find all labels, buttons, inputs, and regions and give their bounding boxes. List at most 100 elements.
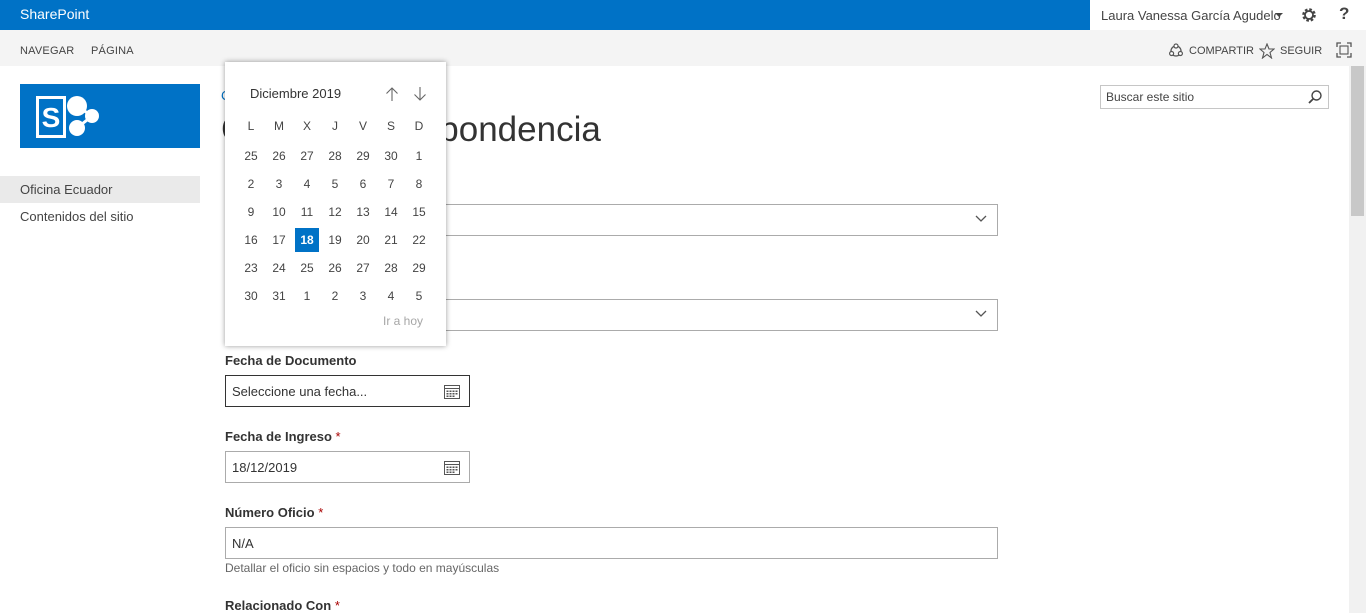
fecha-documento-label: Fecha de Documento bbox=[225, 353, 356, 368]
calendar-day[interactable]: 28 bbox=[379, 256, 403, 280]
calendar-day[interactable]: 30 bbox=[379, 144, 403, 168]
relacionado-con-label: Relacionado Con * bbox=[225, 598, 340, 613]
gear-icon[interactable] bbox=[1300, 6, 1318, 24]
user-menu[interactable]: Laura Vanessa García Agudelo bbox=[1101, 8, 1281, 23]
site-logo[interactable]: S bbox=[20, 84, 200, 148]
calendar-day[interactable]: 8 bbox=[407, 172, 431, 196]
fecha-ingreso-value: 18/12/2019 bbox=[232, 460, 298, 475]
follow-label: SEGUIR bbox=[1280, 45, 1323, 57]
calendar-day[interactable]: 17 bbox=[267, 228, 291, 252]
calendar-day[interactable]: 26 bbox=[267, 144, 291, 168]
calendar-day[interactable]: 10 bbox=[267, 200, 291, 224]
numero-oficio-value: N/A bbox=[232, 536, 254, 551]
calendar-day[interactable]: 2 bbox=[323, 284, 347, 308]
calendar-day[interactable]: 22 bbox=[407, 228, 431, 252]
calendar-day[interactable]: 19 bbox=[323, 228, 347, 252]
calendar-day-header: D bbox=[414, 119, 424, 133]
calendar-day[interactable]: 9 bbox=[239, 200, 263, 224]
calendar-icon[interactable] bbox=[444, 384, 460, 399]
calendar-day[interactable]: 24 bbox=[267, 256, 291, 280]
fecha-documento-label-text: Fecha de Documento bbox=[225, 353, 357, 368]
search-icon[interactable] bbox=[1307, 89, 1323, 105]
calendar-day[interactable]: 30 bbox=[239, 284, 263, 308]
calendar-day[interactable]: 25 bbox=[239, 144, 263, 168]
fecha-ingreso-field[interactable]: 18/12/2019 bbox=[225, 451, 470, 483]
calendar-day-header: S bbox=[386, 119, 395, 133]
required-marker: * bbox=[335, 429, 341, 444]
relacionado-con-label-text: Relacionado Con bbox=[225, 598, 332, 613]
calendar-day-header: L bbox=[247, 119, 255, 133]
calendar-day[interactable]: 31 bbox=[267, 284, 291, 308]
focus-content-icon[interactable] bbox=[1336, 42, 1352, 58]
suite-bar: SharePoint Laura Vanessa García Agudelo … bbox=[0, 0, 1366, 30]
calendar-day[interactable]: 25 bbox=[295, 256, 319, 280]
calendar-day[interactable]: 3 bbox=[351, 284, 375, 308]
go-to-today-link[interactable]: Ir a hoy bbox=[383, 314, 423, 328]
svg-text:S: S bbox=[42, 102, 61, 133]
required-marker: * bbox=[334, 598, 340, 613]
share-label: COMPARTIR bbox=[1189, 45, 1254, 57]
ribbon-bar bbox=[0, 30, 1366, 66]
arrow-up-icon[interactable] bbox=[385, 86, 399, 102]
calendar-day[interactable]: 28 bbox=[323, 144, 347, 168]
calendar-day[interactable]: 15 bbox=[407, 200, 431, 224]
chevron-down-icon bbox=[975, 310, 987, 317]
nav-item-oficina-ecuador[interactable]: Oficina Ecuador bbox=[0, 176, 200, 203]
share-icon bbox=[1168, 43, 1183, 57]
numero-oficio-input[interactable]: N/A bbox=[225, 527, 998, 559]
calendar-day[interactable]: 4 bbox=[379, 284, 403, 308]
calendar-day[interactable]: 4 bbox=[295, 172, 319, 196]
calendar-day[interactable]: 3 bbox=[267, 172, 291, 196]
calendar-day[interactable]: 5 bbox=[407, 284, 431, 308]
scrollbar-thumb[interactable] bbox=[1351, 66, 1364, 216]
fecha-ingreso-label-text: Fecha de Ingreso bbox=[225, 429, 332, 444]
fecha-documento-placeholder: Seleccione una fecha... bbox=[232, 384, 368, 399]
calendar-day[interactable]: 7 bbox=[379, 172, 403, 196]
date-picker-popup: Diciembre 2019 LMXJVSD 25 26 27 28 29 30 1 2 3 4 5… bbox=[225, 62, 446, 346]
calendar-day[interactable]: 13 bbox=[351, 200, 375, 224]
app-brand[interactable]: SharePoint bbox=[20, 6, 89, 22]
calendar-day[interactable]: 23 bbox=[239, 256, 263, 280]
caret-down-icon[interactable] bbox=[1275, 13, 1283, 17]
page-scrollbar[interactable] bbox=[1349, 66, 1366, 613]
page-title-end: pondencia bbox=[439, 110, 601, 149]
suite-bar-brand-area: SharePoint bbox=[0, 0, 1090, 30]
calendar-day-header: J bbox=[332, 119, 338, 133]
calendar-day[interactable]: 1 bbox=[295, 284, 319, 308]
calendar-day-header: X bbox=[302, 119, 311, 133]
calendar-day[interactable]: 26 bbox=[323, 256, 347, 280]
star-icon bbox=[1259, 43, 1275, 59]
calendar-day[interactable]: 1 bbox=[407, 144, 431, 168]
tab-navegar[interactable]: NAVEGAR bbox=[20, 45, 74, 57]
calendar-day-header: V bbox=[358, 119, 367, 133]
calendar-day[interactable]: 29 bbox=[407, 256, 431, 280]
calendar-day[interactable]: 12 bbox=[323, 200, 347, 224]
sharepoint-logo-icon: S bbox=[36, 96, 99, 138]
calendar-day[interactable]: 29 bbox=[351, 144, 375, 168]
arrow-down-icon[interactable] bbox=[413, 86, 427, 102]
calendar-day[interactable]: 6 bbox=[351, 172, 375, 196]
search-input[interactable] bbox=[1101, 86, 1301, 108]
chevron-down-icon bbox=[975, 215, 987, 222]
calendar-icon[interactable] bbox=[444, 460, 460, 475]
calendar-day[interactable]: 2 bbox=[239, 172, 263, 196]
calendar-day[interactable]: 27 bbox=[351, 256, 375, 280]
numero-oficio-label: Número Oficio * bbox=[225, 505, 323, 520]
share-button[interactable]: COMPARTIR bbox=[1168, 43, 1254, 59]
calendar-day[interactable]: 11 bbox=[295, 200, 319, 224]
calendar-day[interactable]: 21 bbox=[379, 228, 403, 252]
calendar-month-label: Diciembre 2019 bbox=[250, 86, 342, 101]
calendar-day[interactable]: 5 bbox=[323, 172, 347, 196]
nav-item-contenidos-del-sitio[interactable]: Contenidos del sitio bbox=[0, 203, 200, 230]
help-icon[interactable]: ? bbox=[1339, 4, 1349, 24]
fecha-documento-field[interactable]: Seleccione una fecha... bbox=[225, 375, 470, 407]
calendar-day[interactable]: 20 bbox=[351, 228, 375, 252]
calendar-day-header: M bbox=[274, 119, 284, 133]
tab-pagina[interactable]: PÁGINA bbox=[91, 45, 134, 57]
calendar-day[interactable]: 16 bbox=[239, 228, 263, 252]
calendar-day[interactable]: 18 bbox=[295, 228, 319, 252]
follow-button[interactable]: SEGUIR bbox=[1259, 43, 1322, 59]
calendar-day[interactable]: 27 bbox=[295, 144, 319, 168]
calendar-day[interactable]: 14 bbox=[379, 200, 403, 224]
required-marker: * bbox=[318, 505, 324, 520]
